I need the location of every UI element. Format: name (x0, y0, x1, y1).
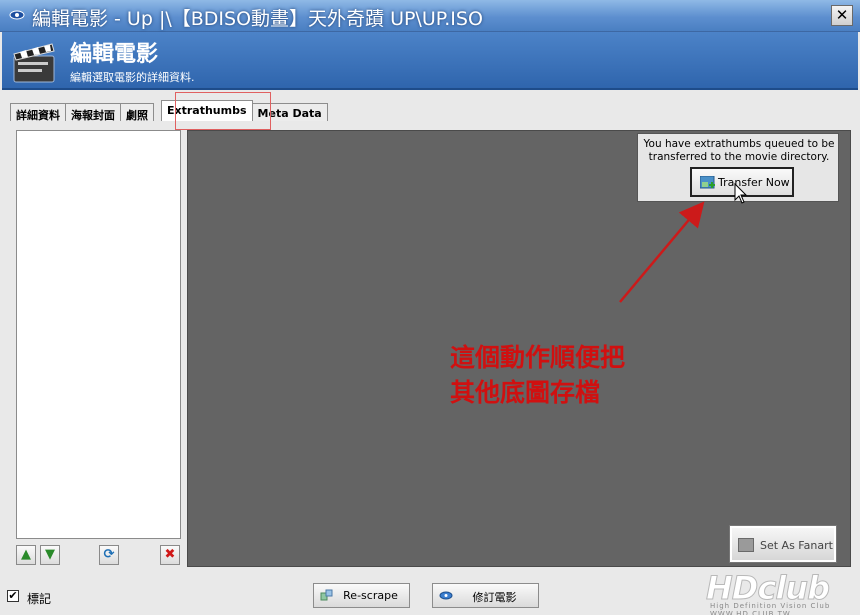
arrow-up-icon: ▲ (21, 547, 31, 562)
annotation-text: 這個動作順便把 其他底圖存檔 (450, 340, 625, 410)
transfer-icon (700, 176, 715, 189)
annotation-line-1: 這個動作順便把 (450, 343, 626, 372)
tab-details[interactable]: 詳細資料 (10, 103, 66, 122)
clapperboard-icon (13, 43, 55, 83)
app-icon (9, 10, 25, 20)
transfer-now-button[interactable]: Transfer Now (690, 167, 794, 197)
header-title: 編輯電影 (70, 42, 159, 67)
watermark-subtext: High Definition Vision Club WWW.HD.CLUB.… (710, 602, 831, 615)
mark-checkbox-label: 標記 (27, 592, 52, 606)
close-button[interactable]: ✕ (831, 5, 853, 26)
arrow-down-icon: ▼ (45, 547, 55, 562)
save-movie-button[interactable]: 修訂電影 (432, 583, 539, 608)
rescrape-button[interactable]: Re-scrape (313, 583, 410, 608)
delete-button[interactable]: ✖ (160, 545, 180, 565)
hdclub-watermark: HDclub High Definition Vision Club WWW.H… (706, 569, 852, 615)
transfer-message: You have extrathumbs queued to be transf… (643, 138, 835, 163)
tab-highlight-annotation (175, 92, 271, 130)
set-as-fanart-button[interactable]: Set As Fanart (729, 525, 837, 563)
delete-icon: ✖ (164, 547, 176, 562)
refresh-button[interactable]: ⟳ (99, 545, 119, 565)
tab-strip: 詳細資料 海報封面 劇照 Extrathumbs Meta Data (10, 100, 328, 122)
tab-poster[interactable]: 海報封面 (65, 103, 121, 122)
tab-stills[interactable]: 劇照 (120, 103, 154, 122)
header-subtitle: 編輯選取電影的詳細資料. (70, 71, 195, 84)
transfer-notification: You have extrathumbs queued to be transf… (637, 133, 839, 202)
extrathumbs-list[interactable] (16, 130, 181, 539)
refresh-icon: ⟳ (103, 547, 115, 562)
mark-checkbox[interactable]: ✔ (7, 590, 19, 602)
move-up-button[interactable]: ▲ (16, 545, 36, 565)
close-icon: ✕ (835, 6, 849, 24)
checkmark-icon: ✔ (8, 589, 18, 602)
annotation-line-2: 其他底圖存檔 (450, 378, 601, 407)
title-bar: 編輯電影 - Up |\【BDISO動畫】天外奇蹟 UP\UP.ISO ✕ (0, 0, 860, 32)
fanart-icon (738, 538, 754, 552)
transfer-now-label: Transfer Now (718, 176, 790, 189)
move-down-button[interactable]: ▼ (40, 545, 60, 565)
rescrape-label: Re-scrape (343, 589, 398, 602)
window-title: 編輯電影 - Up |\【BDISO動畫】天外奇蹟 UP\UP.ISO (32, 8, 483, 30)
watermark-logo: HDclub (706, 569, 831, 607)
save-movie-label: 修訂電影 (472, 591, 517, 604)
set-as-fanart-label: Set As Fanart (760, 539, 833, 552)
dialog-header: 編輯電影 編輯選取電影的詳細資料. (2, 32, 858, 90)
